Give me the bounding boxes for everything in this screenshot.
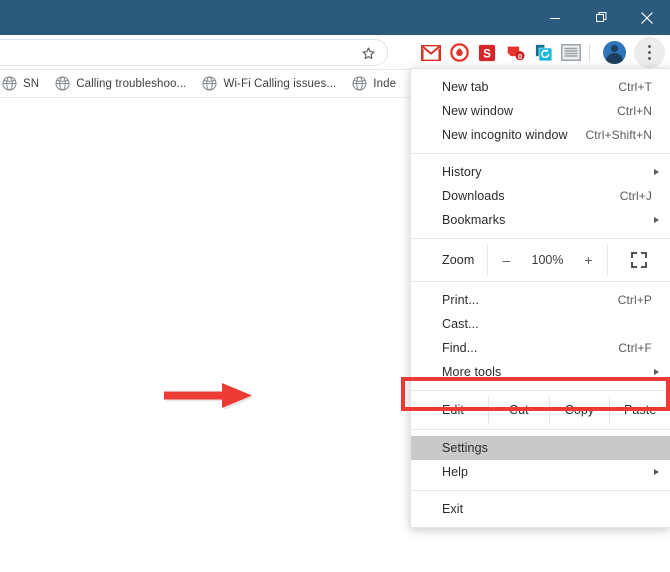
menu-item-exit[interactable]: Exit [411, 497, 670, 521]
menu-item-history[interactable]: History [411, 160, 670, 184]
bookmark-label: SN [23, 77, 40, 90]
three-dot-menu-button[interactable] [634, 37, 665, 68]
address-bar[interactable] [0, 39, 388, 66]
blocker-extension-icon[interactable]: 0 [504, 42, 526, 64]
menu-item-find[interactable]: Find... Ctrl+F [411, 336, 670, 360]
menu-separator [411, 429, 670, 430]
fullscreen-icon [631, 252, 647, 268]
edit-label: Edit [442, 403, 464, 417]
bookmark-label: Calling troubleshoo... [76, 77, 187, 90]
menu-item-downloads[interactable]: Downloads Ctrl+J [411, 184, 670, 208]
chevron-right-icon [654, 168, 659, 175]
bookmark-item[interactable]: SN [0, 73, 47, 95]
zoom-label: Zoom [442, 253, 475, 267]
grammarly-extension-icon[interactable]: S [476, 42, 498, 64]
menu-item-accelerator: Ctrl+F [618, 341, 652, 355]
menu-item-label: New window [442, 104, 514, 118]
browser-toolbar: S 0 [0, 35, 670, 70]
bookmark-label: Inde [373, 77, 397, 90]
menu-item-label: New incognito window [442, 128, 568, 142]
menu-item-label: Exit [442, 502, 464, 516]
menu-item-print[interactable]: Print... Ctrl+P [411, 288, 670, 312]
avatar-head [611, 45, 618, 52]
svg-text:0: 0 [518, 52, 522, 61]
chevron-right-icon [654, 216, 659, 223]
menu-item-label: Find... [442, 341, 478, 355]
bookmark-label: Wi-Fi Calling issues... [223, 77, 337, 90]
menu-item-label: Settings [442, 441, 488, 455]
menu-item-accelerator: Ctrl+T [618, 80, 652, 94]
reader-extension-icon[interactable] [560, 42, 582, 64]
avatar-body [606, 53, 623, 64]
profile-avatar[interactable] [603, 41, 626, 64]
menu-item-label: History [442, 165, 482, 179]
edit-cut-button[interactable]: Cut [488, 397, 549, 423]
menu-item-label: Help [442, 465, 469, 479]
browser-window: S 0 SN Calling troubleshoo... Wi-Fi Call… [0, 0, 670, 572]
title-bar [0, 0, 670, 35]
three-dot-menu-icon-dot [648, 51, 651, 54]
menu-item-label: Print... [442, 293, 479, 307]
restore-button[interactable] [578, 0, 624, 35]
menu-item-new-incognito-window[interactable]: New incognito window Ctrl+Shift+N [411, 123, 670, 147]
menu-separator [411, 238, 670, 239]
close-button[interactable] [624, 0, 670, 35]
globe-icon [202, 76, 217, 91]
globe-icon [2, 76, 17, 91]
edit-paste-button[interactable]: Paste [609, 397, 670, 423]
gmail-extension-icon[interactable] [420, 42, 442, 64]
three-dot-menu-icon-dot [648, 57, 651, 60]
menu-item-new-tab[interactable]: New tab Ctrl+T [411, 75, 670, 99]
chevron-right-icon [654, 368, 659, 375]
bookmark-star-icon[interactable] [360, 45, 377, 62]
menu-separator [411, 153, 670, 154]
menu-item-cast[interactable]: Cast... [411, 312, 670, 336]
menu-item-accelerator: Ctrl+P [617, 293, 652, 307]
zoom-controls: – 100% + [487, 245, 608, 275]
fullscreen-button[interactable] [608, 245, 670, 275]
menu-item-label: New tab [442, 80, 489, 94]
menu-item-settings[interactable]: Settings [411, 436, 670, 460]
edit-copy-button[interactable]: Copy [548, 397, 610, 423]
menu-item-more-tools[interactable]: More tools [411, 360, 670, 384]
menu-separator [411, 281, 670, 282]
menu-item-accelerator: Ctrl+N [617, 104, 652, 118]
close-icon [641, 11, 653, 24]
globe-icon [55, 76, 70, 91]
svg-text:S: S [483, 47, 491, 60]
adblock-extension-icon[interactable] [448, 42, 470, 64]
menu-item-bookmarks[interactable]: Bookmarks [411, 208, 670, 232]
menu-item-help[interactable]: Help [411, 460, 670, 484]
menu-item-label: Bookmarks [442, 213, 506, 227]
menu-item-label: Downloads [442, 189, 505, 203]
menu-item-new-window[interactable]: New window Ctrl+N [411, 99, 670, 123]
bookmark-item[interactable]: Wi-Fi Calling issues... [194, 73, 344, 95]
menu-edit-row: Edit Cut Copy Paste [411, 397, 670, 423]
sync-extension-icon[interactable] [532, 42, 554, 64]
menu-item-label: More tools [442, 365, 502, 379]
minimize-button[interactable] [532, 0, 578, 35]
three-dot-menu-icon-dot [648, 45, 651, 48]
menu-item-accelerator: Ctrl+J [619, 189, 652, 203]
restore-icon [595, 12, 606, 22]
extension-icons: S 0 [420, 35, 582, 70]
bookmark-item[interactable]: Inde [344, 73, 404, 95]
chrome-main-menu: New tab Ctrl+T New window Ctrl+N New inc… [410, 68, 670, 528]
menu-item-accelerator: Ctrl+Shift+N [585, 128, 652, 142]
window-controls [532, 0, 670, 35]
zoom-out-button[interactable]: – [500, 252, 514, 268]
zoom-in-button[interactable]: + [581, 252, 595, 268]
minimize-icon [550, 17, 560, 19]
bookmark-item[interactable]: Calling troubleshoo... [47, 73, 194, 95]
globe-icon [352, 76, 367, 91]
zoom-level-value: 100% [531, 253, 564, 267]
menu-separator [411, 490, 670, 491]
menu-zoom-row: Zoom – 100% + [411, 245, 670, 275]
menu-item-label: Cast... [442, 317, 479, 331]
menu-separator [411, 390, 670, 391]
toolbar-divider [589, 44, 590, 62]
chevron-right-icon [654, 468, 659, 475]
